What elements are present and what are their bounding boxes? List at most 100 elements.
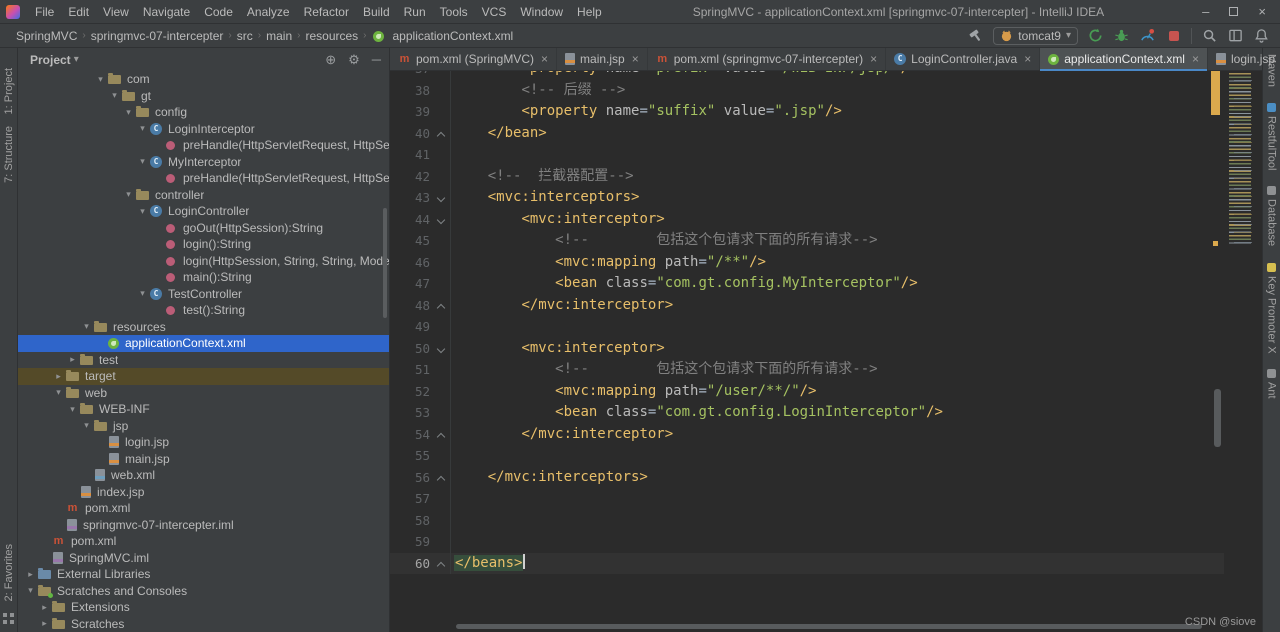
hide-panel-icon[interactable]: ─	[372, 53, 381, 66]
tree-item[interactable]: ▸ test	[18, 352, 389, 369]
tree-item[interactable]: ▾ MyInterceptor	[18, 154, 389, 171]
expand-arrow[interactable]: ▾	[136, 156, 149, 167]
code-line[interactable]: 55	[390, 445, 1224, 467]
close-icon[interactable]: ×	[1258, 5, 1266, 18]
chevron-down-icon[interactable]: ▾	[74, 54, 79, 65]
tree-item[interactable]: test():String	[18, 302, 389, 319]
breadcrumb-item[interactable]: main	[262, 29, 296, 43]
code-line[interactable]: 45 <!-- 包括这个包请求下面的所有请求-->	[390, 230, 1224, 252]
stop-icon[interactable]	[1165, 27, 1182, 44]
tree-item[interactable]: ▾ resources	[18, 319, 389, 336]
breadcrumb-item[interactable]: src	[233, 29, 257, 43]
code-line[interactable]: 43 <mvc:interceptors>	[390, 187, 1224, 209]
tree-item[interactable]: ▾ LoginInterceptor	[18, 121, 389, 138]
code-line[interactable]: 49	[390, 316, 1224, 338]
menu-run[interactable]: Run	[397, 5, 433, 19]
expand-arrow[interactable]: ▾	[94, 74, 107, 85]
menu-build[interactable]: Build	[356, 5, 397, 19]
expand-arrow[interactable]: ▾	[80, 321, 93, 332]
menu-refactor[interactable]: Refactor	[297, 5, 356, 19]
editor-tab[interactable]: pom.xml (SpringMVC) ×	[390, 48, 558, 70]
tree-item[interactable]: main.jsp	[18, 451, 389, 468]
search-icon[interactable]	[1201, 27, 1218, 44]
close-icon[interactable]: ×	[870, 52, 877, 66]
tree-item[interactable]: ▾ controller	[18, 187, 389, 204]
code-line[interactable]: 57	[390, 488, 1224, 510]
tree-item[interactable]: web.xml	[18, 467, 389, 484]
tree-item[interactable]: applicationContext.xml	[18, 335, 389, 352]
tree-item[interactable]: pom.xml	[18, 533, 389, 550]
horizontal-scrollbar[interactable]	[456, 624, 1202, 629]
editor-tab[interactable]: main.jsp ×	[557, 48, 648, 70]
project-scrollbar[interactable]	[383, 208, 387, 318]
code-line[interactable]: 48 </mvc:interceptor>	[390, 294, 1224, 317]
expand-arrow[interactable]: ▾	[24, 585, 37, 596]
breadcrumb-item[interactable]: resources	[301, 29, 362, 43]
code-line[interactable]: 60 </beans>	[390, 552, 1224, 575]
tree-item[interactable]: ▸ target	[18, 368, 389, 385]
menu-vcs[interactable]: VCS	[475, 5, 514, 19]
menu-code[interactable]: Code	[197, 5, 240, 19]
toolwindow-button-structure[interactable]: 7: Structure	[3, 126, 15, 183]
expand-arrow[interactable]: ▾	[136, 123, 149, 134]
gear-icon[interactable]: ⚙	[348, 53, 360, 66]
fold-marker[interactable]	[434, 467, 450, 489]
close-icon[interactable]: ×	[1024, 52, 1031, 66]
expand-arrow[interactable]: ▾	[122, 107, 135, 118]
code-line[interactable]: 38 <!-- 后缀 -->	[390, 79, 1224, 101]
menu-edit[interactable]: Edit	[61, 5, 96, 19]
code-line[interactable]: 50 <mvc:interceptor>	[390, 337, 1224, 360]
code-line[interactable]: 51 <!-- 包括这个包请求下面的所有请求-->	[390, 359, 1224, 381]
fold-marker[interactable]	[434, 424, 450, 446]
expand-arrow[interactable]: ▸	[66, 354, 79, 365]
layout-icon[interactable]	[1227, 27, 1244, 44]
code-line[interactable]: 54 </mvc:interceptor>	[390, 423, 1224, 446]
code-line[interactable]: 41	[390, 144, 1224, 166]
toolwindow-button-key-promoter-x[interactable]: Key Promoter X	[1266, 262, 1278, 353]
tree-item[interactable]: main():String	[18, 269, 389, 286]
code-line[interactable]: 53 <bean class="com.gt.config.LoginInter…	[390, 402, 1224, 424]
toolwindow-button-restfultool[interactable]: RestfulTool	[1266, 103, 1278, 170]
code-line[interactable]: 42 <!-- 拦截器配置-->	[390, 165, 1224, 187]
locate-file-icon[interactable]: ⊕	[325, 53, 336, 66]
toolwindow-button-database[interactable]: Database	[1266, 186, 1278, 247]
fold-marker[interactable]	[434, 338, 450, 360]
menu-view[interactable]: View	[96, 5, 136, 19]
code-line[interactable]: 40 </bean>	[390, 122, 1224, 145]
expand-arrow[interactable]: ▾	[136, 206, 149, 217]
menu-tools[interactable]: Tools	[433, 5, 475, 19]
expand-arrow[interactable]: ▾	[66, 404, 79, 415]
menu-analyze[interactable]: Analyze	[240, 5, 297, 19]
code-pane[interactable]: 37 <property name="prefix" value="/WEB-I…	[390, 71, 1224, 632]
code-line[interactable]: 56 </mvc:interceptors>	[390, 466, 1224, 489]
menu-window[interactable]: Window	[513, 5, 570, 19]
notifications-bell-icon[interactable]	[1253, 27, 1270, 44]
fold-marker[interactable]	[434, 123, 450, 145]
breadcrumb-item[interactable]: applicationContext.xml	[368, 29, 518, 43]
profiler-icon[interactable]	[1139, 27, 1156, 44]
tree-item[interactable]: SpringMVC.iml	[18, 550, 389, 567]
breadcrumb-item[interactable]: springmvc-07-intercepter	[87, 29, 228, 43]
editor-tab[interactable]: login.jsp×	[1208, 48, 1280, 70]
build-hammer-icon[interactable]	[967, 27, 984, 44]
toolwindow-button-favorites[interactable]: 2: Favorites	[3, 544, 15, 601]
menu-help[interactable]: Help	[570, 5, 609, 19]
minimize-icon[interactable]: –	[1202, 5, 1209, 18]
tree-item[interactable]: ▸ External Libraries	[18, 566, 389, 583]
expand-arrow[interactable]: ▾	[108, 90, 121, 101]
tree-item[interactable]: ▾ jsp	[18, 418, 389, 435]
code-line[interactable]: 46 <mvc:mapping path="/**"/>	[390, 251, 1224, 273]
close-icon[interactable]: ×	[541, 52, 548, 66]
fold-marker[interactable]	[434, 295, 450, 317]
editor-tab[interactable]: applicationContext.xml ×	[1040, 48, 1208, 71]
close-icon[interactable]: ×	[1192, 52, 1199, 66]
maximize-icon[interactable]	[1229, 7, 1239, 16]
tree-item[interactable]: goOut(HttpSession):String	[18, 220, 389, 237]
code-line[interactable]: 59	[390, 531, 1224, 553]
fold-marker[interactable]	[434, 553, 450, 575]
tree-item[interactable]: ▸ Extensions	[18, 599, 389, 616]
editor-tab[interactable]: pom.xml (springmvc-07-intercepter) ×	[648, 48, 887, 70]
tree-item[interactable]: preHandle(HttpServletRequest, HttpServle	[18, 137, 389, 154]
tree-item[interactable]: ▾ gt	[18, 88, 389, 105]
expand-arrow[interactable]: ▸	[24, 569, 37, 580]
